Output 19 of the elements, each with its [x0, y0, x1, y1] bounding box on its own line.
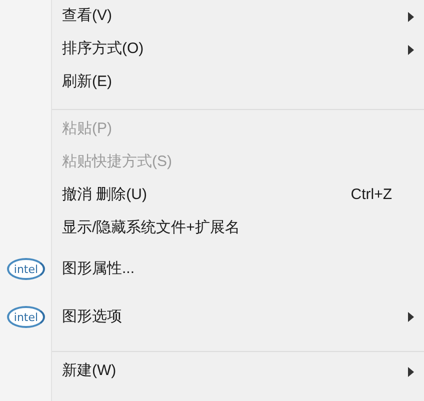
- menu-item-label: 图形选项: [62, 306, 122, 327]
- menu-item-label: 粘贴快捷方式(S): [62, 152, 172, 172]
- menu-item-label: 撤消 删除(U): [62, 185, 147, 206]
- menu-item-label: 查看(V): [62, 6, 112, 26]
- menu-item[interactable]: intel 图形属性...: [0, 245, 424, 293]
- menu-item-label: 排序方式(O): [62, 39, 144, 60]
- menu-item-label: 粘贴(P): [62, 119, 112, 140]
- menu-item[interactable]: 新建(W): [0, 355, 424, 388]
- menu-item-label: 图形属性...: [62, 258, 135, 279]
- menu-item[interactable]: 刷新(E): [0, 66, 424, 99]
- menu-item-label: 显示/隐藏系统文件+扩展名: [62, 218, 240, 238]
- menu-item[interactable]: 查看(V): [0, 0, 424, 33]
- menu-item-label: 刷新(E): [62, 72, 112, 92]
- menu-item[interactable]: 撤消 删除(U) Ctrl+Z: [0, 179, 424, 212]
- menu-item[interactable]: 显示/隐藏系统文件+扩展名: [0, 212, 424, 245]
- menu-item[interactable]: intel 图形选项: [0, 293, 424, 341]
- shortcut-label: Ctrl+Z: [350, 185, 392, 206]
- menu-item-label: 新建(W): [62, 361, 116, 382]
- menu-item[interactable]: 排序方式(O): [0, 33, 424, 66]
